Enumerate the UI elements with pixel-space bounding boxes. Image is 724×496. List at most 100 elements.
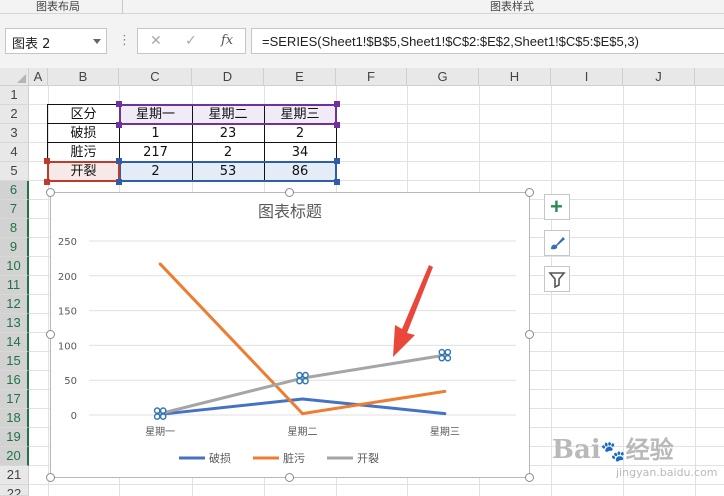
name-box[interactable]: 图表 2 bbox=[5, 28, 107, 54]
range-handle[interactable] bbox=[116, 158, 122, 164]
selection-marker[interactable] bbox=[444, 354, 452, 362]
funnel-icon bbox=[548, 272, 566, 289]
column-header-a[interactable]: A bbox=[29, 68, 48, 86]
row-header-6[interactable]: 6 bbox=[0, 181, 29, 200]
row-header-15[interactable]: 15 bbox=[0, 352, 29, 371]
column-header-j[interactable]: J bbox=[623, 68, 695, 86]
chart-resize-handle[interactable] bbox=[46, 188, 55, 197]
enter-check-icon[interactable]: ✓ bbox=[185, 32, 197, 49]
selection-marker[interactable] bbox=[159, 413, 167, 420]
chart-resize-handle[interactable] bbox=[285, 473, 294, 482]
row-header-1[interactable]: 1 bbox=[0, 86, 29, 105]
row-header-2[interactable]: 2 bbox=[0, 105, 29, 124]
chart-resize-handle[interactable] bbox=[46, 330, 55, 339]
cancel-icon[interactable]: ✕ bbox=[150, 32, 162, 49]
range-handle[interactable] bbox=[334, 179, 340, 185]
selection-marker[interactable] bbox=[159, 407, 167, 414]
chart-resize-handle[interactable] bbox=[525, 330, 534, 339]
range-handle[interactable] bbox=[44, 158, 50, 164]
row-header-20[interactable]: 20 bbox=[0, 447, 29, 466]
table-cell[interactable]: 23 bbox=[192, 124, 264, 143]
data-point[interactable] bbox=[301, 397, 304, 401]
name-box-value: 图表 2 bbox=[12, 37, 51, 52]
selection-marker[interactable] bbox=[296, 377, 303, 385]
insert-function-icon[interactable]: fx bbox=[221, 33, 233, 48]
data-point[interactable] bbox=[301, 412, 304, 416]
legend-label[interactable]: 破损 bbox=[209, 451, 231, 465]
range-handle[interactable] bbox=[116, 101, 122, 107]
chart-resize-handle[interactable] bbox=[285, 188, 294, 197]
row-header-16[interactable]: 16 bbox=[0, 371, 29, 390]
row-header-7[interactable]: 7 bbox=[0, 200, 29, 219]
row-header-8[interactable]: 8 bbox=[0, 219, 29, 238]
y-tick-label: 50 bbox=[64, 376, 77, 387]
worksheet-grid[interactable]: A B C D E F G H I J 1 2 3 4 5 6 7 8 9 10… bbox=[0, 68, 724, 496]
column-header-i[interactable]: I bbox=[551, 68, 623, 86]
column-header-d[interactable]: D bbox=[192, 68, 264, 86]
column-header-g[interactable]: G bbox=[407, 68, 479, 86]
selection-marker[interactable] bbox=[153, 413, 161, 420]
data-point[interactable] bbox=[158, 262, 162, 266]
legend-label[interactable]: 开裂 bbox=[357, 452, 379, 465]
column-header-c[interactable]: C bbox=[119, 68, 192, 86]
table-cell[interactable]: 脏污 bbox=[48, 143, 119, 162]
chart-styles-button[interactable] bbox=[544, 230, 570, 256]
brush-icon bbox=[551, 237, 565, 250]
column-header-f[interactable]: F bbox=[336, 68, 407, 86]
selection-marker[interactable] bbox=[153, 407, 161, 414]
chart-filters-button[interactable] bbox=[544, 266, 570, 292]
selection-marker[interactable] bbox=[302, 371, 309, 379]
selection-marker[interactable] bbox=[438, 354, 446, 362]
table-header-cell[interactable]: 区分 bbox=[48, 105, 119, 124]
row-header-13[interactable]: 13 bbox=[0, 314, 29, 333]
table-cell[interactable]: 34 bbox=[264, 143, 336, 162]
row-header-17[interactable]: 17 bbox=[0, 390, 29, 409]
chart-resize-handle[interactable] bbox=[525, 188, 534, 197]
row-header-5[interactable]: 5 bbox=[0, 162, 29, 181]
row-header-10[interactable]: 10 bbox=[0, 257, 29, 276]
data-point[interactable] bbox=[443, 412, 447, 416]
row-header-9[interactable]: 9 bbox=[0, 238, 29, 257]
line-chart[interactable]: 图表标题 250 200 150 100 50 0 星期一 星期二 星期三 破损 脏污 开裂 bbox=[50, 192, 530, 478]
selection-marker[interactable] bbox=[302, 377, 309, 385]
chevron-down-icon[interactable] bbox=[93, 39, 101, 44]
selection-marker[interactable] bbox=[296, 371, 303, 379]
range-handle[interactable] bbox=[116, 122, 122, 128]
row-header-21[interactable]: 21 bbox=[0, 466, 29, 485]
table-cell[interactable]: 1 bbox=[119, 124, 192, 143]
data-point[interactable] bbox=[443, 389, 447, 393]
more-options-icon[interactable]: ⋮ bbox=[118, 32, 131, 48]
column-header-e[interactable]: E bbox=[264, 68, 336, 86]
range-handle[interactable] bbox=[44, 179, 50, 185]
table-cell[interactable]: 破损 bbox=[48, 124, 119, 143]
row-header-19[interactable]: 19 bbox=[0, 428, 29, 447]
table-cell[interactable]: 2 bbox=[264, 124, 336, 143]
row-header-22[interactable]: 22 bbox=[0, 485, 29, 496]
row-header-14[interactable]: 14 bbox=[0, 333, 29, 352]
range-handle[interactable] bbox=[334, 122, 340, 128]
row-header-11[interactable]: 11 bbox=[0, 276, 29, 295]
chart-resize-handle[interactable] bbox=[525, 473, 534, 482]
row-header-12[interactable]: 12 bbox=[0, 295, 29, 314]
legend-label[interactable]: 脏污 bbox=[283, 452, 305, 465]
formula-input[interactable]: =SERIES(Sheet1!$B$5,Sheet1!$C$2:$E$2,She… bbox=[251, 28, 724, 54]
range-handle[interactable] bbox=[116, 179, 122, 185]
row-header-3[interactable]: 3 bbox=[0, 124, 29, 143]
row-header-18[interactable]: 18 bbox=[0, 409, 29, 428]
column-header-h[interactable]: H bbox=[479, 68, 551, 86]
series-line[interactable] bbox=[159, 353, 446, 416]
chart-resize-handle[interactable] bbox=[46, 473, 55, 482]
chart-elements-button[interactable]: + bbox=[544, 194, 570, 220]
category-range-outline bbox=[119, 104, 337, 125]
table-cell[interactable]: 217 bbox=[119, 143, 192, 162]
range-handle[interactable] bbox=[334, 158, 340, 164]
column-header-b[interactable]: B bbox=[48, 68, 119, 86]
x-tick-label: 星期二 bbox=[288, 426, 318, 438]
table-cell[interactable]: 2 bbox=[192, 143, 264, 162]
selection-marker[interactable] bbox=[438, 348, 446, 356]
selection-marker[interactable] bbox=[444, 348, 452, 356]
select-all-corner[interactable] bbox=[0, 68, 29, 86]
chart-title[interactable]: 图表标题 bbox=[258, 202, 322, 221]
row-header-4[interactable]: 4 bbox=[0, 143, 29, 162]
range-handle[interactable] bbox=[334, 101, 340, 107]
